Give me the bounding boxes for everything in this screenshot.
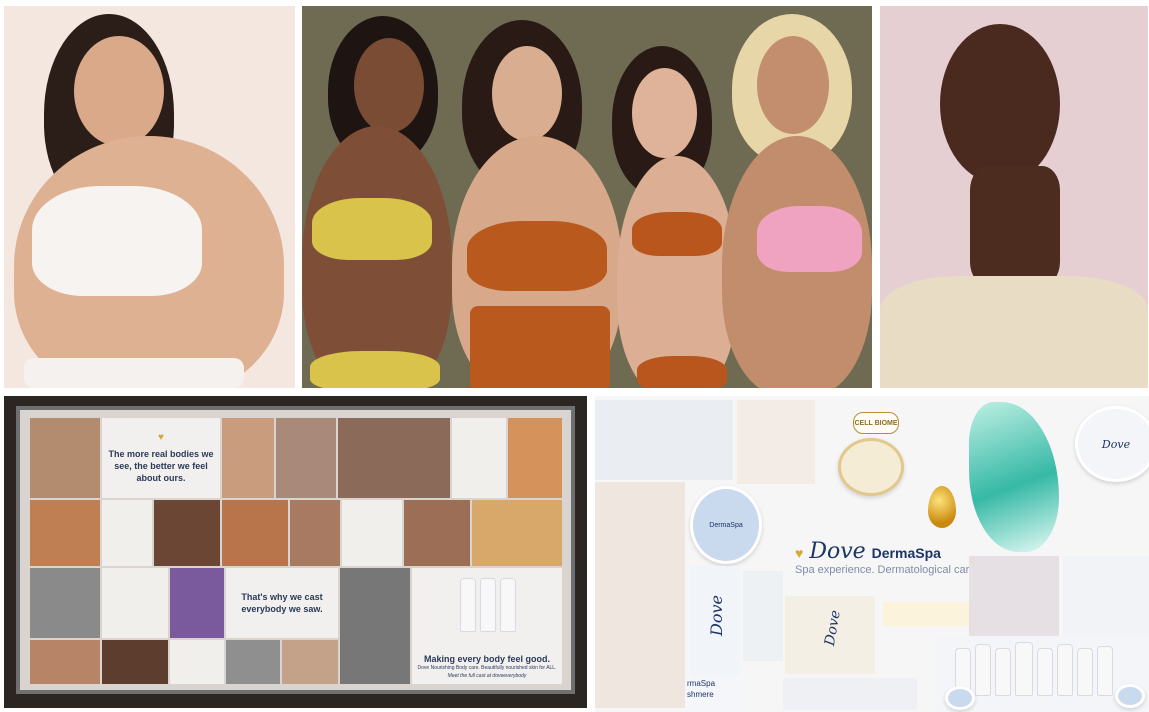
billboard-cta: Meet the full cast at doveeverybody	[447, 673, 527, 679]
roller-tool-photo	[743, 571, 783, 661]
cast-photo	[154, 500, 220, 566]
body-lotion-bottle	[480, 578, 496, 632]
product-jar	[1115, 684, 1145, 708]
tube-photo: Dove	[690, 566, 740, 676]
sub-brand-name: DermaSpa	[871, 545, 941, 561]
cast-photo	[340, 568, 410, 684]
cashmere-jar-photo: rmaSpa shmere	[685, 676, 745, 712]
product-bottle	[1057, 644, 1073, 696]
cast-photo	[102, 568, 168, 638]
cast-photo	[290, 500, 340, 566]
oil-drop-photo	[928, 486, 956, 528]
cast-photo	[102, 500, 152, 566]
cast-photo	[338, 418, 450, 498]
cast-photo	[30, 640, 100, 684]
reclining-model-photo	[969, 556, 1059, 636]
spa-model-photo	[737, 400, 815, 484]
product-bottle	[1015, 642, 1033, 696]
cashmere-label: rmaSpa shmere	[687, 679, 716, 699]
bath-water-photo	[783, 678, 917, 710]
cast-photo	[30, 500, 100, 566]
body-lotion-bottle	[500, 578, 516, 632]
billboard-fine-print: Dove Nourishing Body care. Beautifully n…	[417, 665, 557, 671]
billboard-headline: The more real bodies we see, the better …	[108, 449, 214, 483]
cast-photo	[472, 500, 562, 566]
legs-model-photo	[595, 482, 685, 708]
cream-texture-photo	[595, 400, 733, 480]
dove-jar-large: Dove	[1075, 406, 1149, 482]
product-bottle	[975, 644, 991, 696]
billboard-frame: ♥ The more real bodies we see, the bette…	[16, 406, 575, 694]
photo-model-lingerie	[4, 6, 295, 388]
brand-name: Dove	[809, 539, 866, 564]
brand-tagline: Spa experience. Dermatological care.	[795, 564, 979, 576]
tube-label: Dove	[706, 595, 726, 636]
cream-swirl-photo	[1063, 556, 1149, 636]
gold-applicator-photo	[883, 602, 969, 626]
cast-photo	[342, 500, 402, 566]
product-jar	[945, 686, 975, 710]
cast-photo	[30, 568, 100, 638]
body-lotion-bottle	[460, 578, 476, 632]
cast-photo	[276, 418, 336, 498]
cell-biome-badge: CELL BIOME	[853, 412, 899, 434]
cast-photo	[226, 640, 280, 684]
cast-photo	[102, 640, 168, 684]
photo-model-laughing	[880, 6, 1148, 388]
cast-photo	[508, 418, 562, 498]
gel-splash-photo	[969, 402, 1059, 552]
cast-photo	[404, 500, 470, 566]
cast-photo	[282, 640, 338, 684]
gold-tube-label: Dove	[821, 608, 844, 648]
cast-photo	[170, 568, 224, 638]
product-bottle	[1077, 648, 1093, 696]
dove-jar-large-label: Dove	[1101, 437, 1131, 451]
product-range-photo	[935, 636, 1149, 712]
cast-photo	[30, 418, 100, 498]
product-bottle	[1037, 648, 1053, 696]
headline-panel: ♥ The more real bodies we see, the bette…	[102, 418, 220, 498]
casting-panel: That's why we cast everybody we saw.	[226, 568, 338, 638]
dermaspa-jar-label: DermaSpa	[709, 521, 743, 529]
billboard-casting-text: That's why we cast everybody we saw.	[241, 592, 323, 614]
dove-tube-gold-photo: Dove	[785, 596, 875, 674]
dove-bird-icon: ♥	[158, 432, 164, 443]
product-panel: Making every body feel good. Dove Nouris…	[412, 568, 562, 684]
product-bottle	[995, 648, 1011, 696]
product-bottle	[1097, 646, 1113, 696]
billboard-slogan: Making every body feel good.	[423, 654, 551, 664]
cast-photo	[222, 418, 274, 498]
cast-photo	[452, 418, 506, 498]
gold-jar	[838, 438, 904, 496]
dove-bird-icon: ♥	[795, 545, 804, 561]
photo-group-swimwear	[302, 6, 872, 388]
brand-lockup: ♥ Dove DermaSpa	[795, 539, 941, 564]
cast-photo	[222, 500, 288, 566]
cast-photo	[170, 640, 224, 684]
dermaspa-jar: DermaSpa	[690, 486, 762, 564]
product-collage: CELL BIOME Dove DermaSpa ♥ Dove DermaSpa…	[595, 396, 1149, 712]
billboard-ad: ♥ The more real bodies we see, the bette…	[4, 396, 587, 708]
